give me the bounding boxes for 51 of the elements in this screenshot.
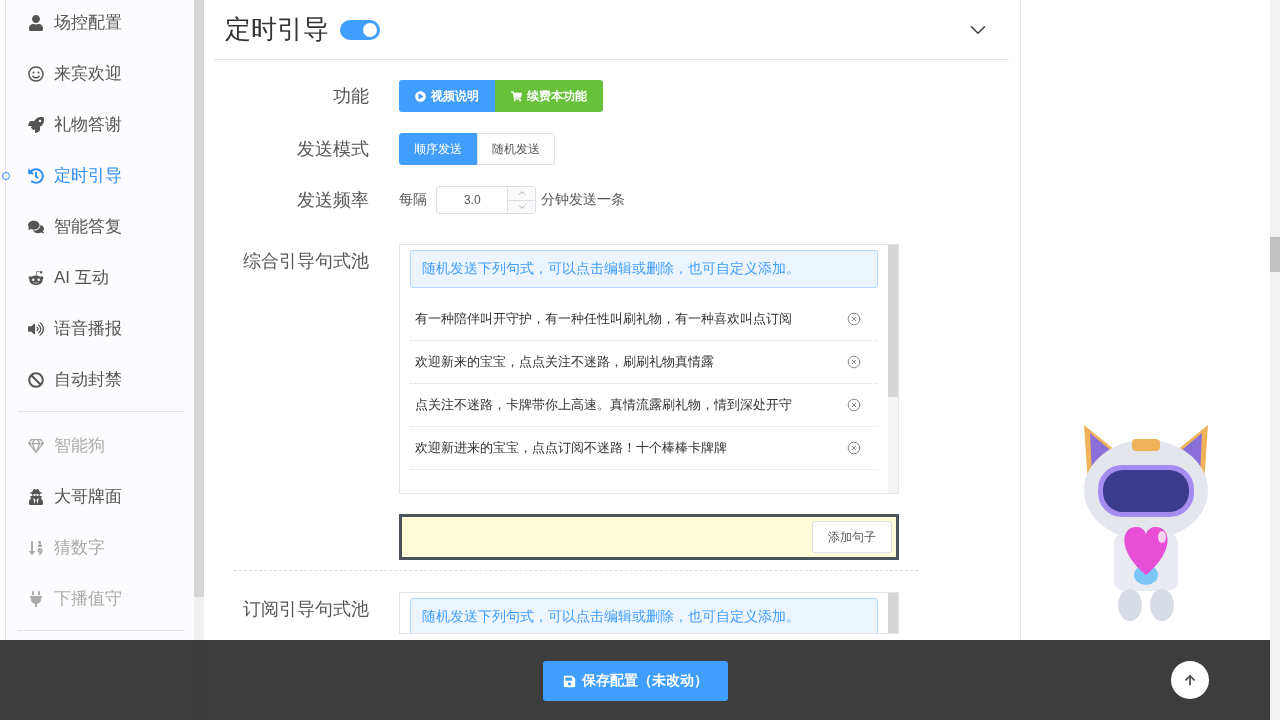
user-icon bbox=[28, 14, 44, 31]
sidebar-item[interactable]: 礼物答谢 bbox=[18, 99, 185, 150]
remove-icon[interactable] bbox=[847, 441, 862, 455]
sidebar-item[interactable]: 大哥牌面 bbox=[18, 471, 185, 522]
plug-icon bbox=[28, 590, 44, 607]
remove-icon[interactable] bbox=[847, 355, 862, 369]
mode-option[interactable]: 随机发送 bbox=[477, 133, 556, 165]
speaker-icon bbox=[28, 320, 44, 337]
field-label: 功能 bbox=[332, 85, 370, 108]
field-label: 发送模式 bbox=[296, 138, 370, 161]
sidebar-item[interactable]: 场控配置 bbox=[18, 0, 185, 48]
sidebar-item[interactable]: 语音播报 bbox=[18, 303, 185, 354]
add-sentence-button[interactable]: 添加句子 bbox=[812, 521, 893, 553]
diamond-icon bbox=[28, 437, 44, 454]
chat-icon bbox=[28, 218, 44, 235]
info-alert: 随机发送下列句式，可以点击编辑或删除，也可自定义添加。 bbox=[410, 250, 879, 288]
field-label: 发送频率 bbox=[296, 189, 370, 212]
play-icon bbox=[415, 90, 427, 102]
robot-icon bbox=[28, 269, 44, 286]
sentence-row[interactable]: 欢迎新来的宝宝，点点关注不迷路，刷刷礼物真情露 bbox=[410, 341, 879, 384]
sentence-input[interactable]: 添加句子 bbox=[399, 514, 900, 560]
sentence-row[interactable]: 欢迎新进来的宝宝，点点订阅不迷路！十个棒棒卡牌牌 bbox=[410, 427, 879, 470]
save-icon bbox=[563, 674, 576, 688]
sentence-text: 点关注不迷路，卡牌带你上高速。真情流露刷礼物，情到深处开守 bbox=[415, 396, 793, 414]
section-title: 定时引导 bbox=[225, 13, 330, 46]
interval-prefix: 每隔 bbox=[399, 191, 428, 209]
interval-suffix: 分钟发送一条 bbox=[541, 191, 626, 209]
toggle-switch[interactable] bbox=[340, 19, 381, 40]
sidebar-item[interactable]: 来宾欢迎 bbox=[18, 48, 185, 99]
field-label: 订阅引导句式池 bbox=[242, 598, 370, 621]
spy-icon bbox=[28, 488, 44, 505]
info-alert: 随机发送下列句式，可以点击编辑或删除，也可自定义添加。 bbox=[410, 598, 879, 633]
number-sort-icon bbox=[28, 539, 44, 556]
rocket-icon bbox=[28, 116, 44, 133]
history-icon bbox=[28, 167, 44, 184]
sidebar-item[interactable]: AI 互动 bbox=[18, 252, 185, 303]
remove-icon[interactable] bbox=[847, 398, 862, 412]
ban-icon bbox=[28, 371, 44, 388]
field-label: 综合引导句式池 bbox=[242, 250, 370, 273]
cart-icon bbox=[511, 90, 523, 102]
sidebar-item[interactable]: 智能答复 bbox=[18, 201, 185, 252]
sentence-row[interactable]: 点关注不迷路，卡牌带你上高速。真情流露刷礼物，情到深处开守 bbox=[410, 384, 879, 427]
remove-icon[interactable] bbox=[847, 312, 862, 326]
smile-icon bbox=[28, 65, 44, 82]
back-to-top-button[interactable] bbox=[1171, 661, 1209, 699]
sentence-text: 有一种陪伴叫开守护，有一种任性叫刷礼物，有一种喜欢叫点订阅 bbox=[415, 310, 793, 328]
sidebar-item[interactable]: 自动封禁 bbox=[18, 354, 185, 405]
arrow-up-icon bbox=[1184, 674, 1196, 686]
sentence-row[interactable]: 有一种陪伴叫开守护，有一种任性叫刷礼物，有一种喜欢叫点订阅 bbox=[410, 298, 879, 341]
sentence-text: 欢迎新进来的宝宝，点点订阅不迷路！十个棒棒卡牌牌 bbox=[415, 439, 728, 457]
sentence-text: 欢迎新来的宝宝，点点关注不迷路，刷刷礼物真情露 bbox=[415, 353, 715, 371]
